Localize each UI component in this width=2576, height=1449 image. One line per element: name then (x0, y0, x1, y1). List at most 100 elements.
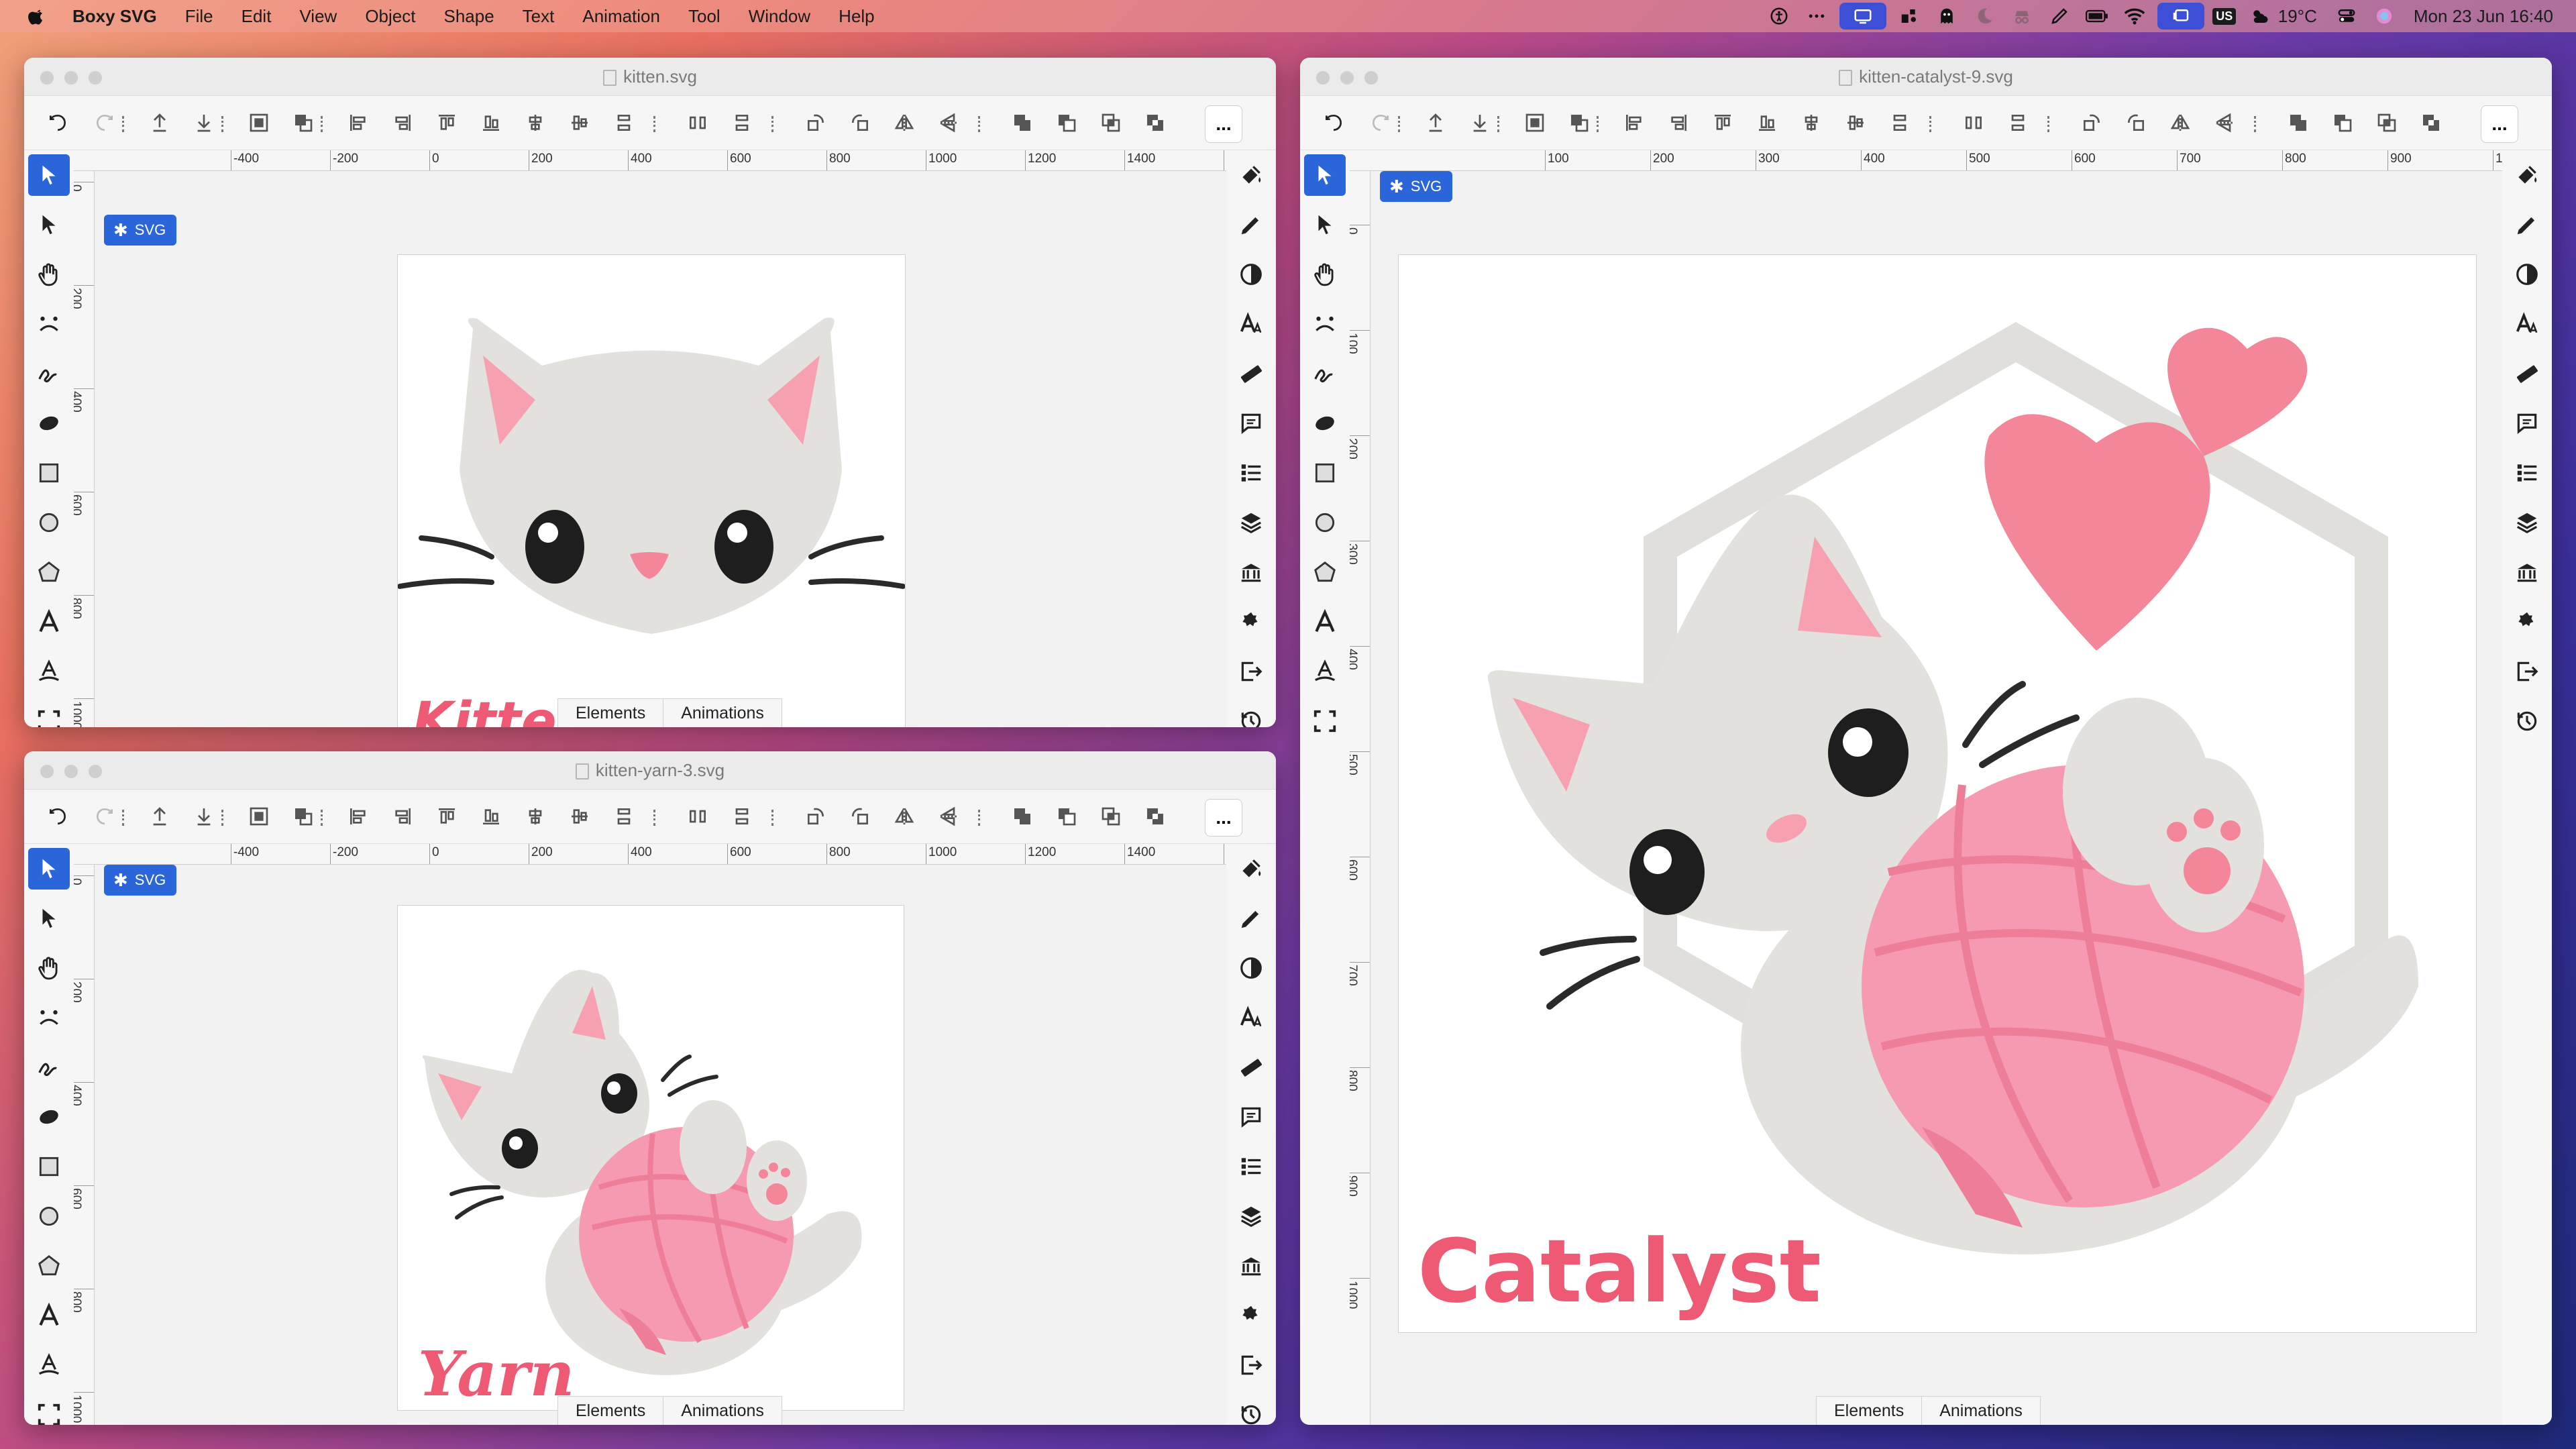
distribute-v-button[interactable] (1885, 108, 1915, 138)
ellipse-tool[interactable] (1304, 502, 1346, 543)
subtract-button[interactable] (2328, 108, 2357, 138)
fill-panel-button[interactable] (1230, 154, 1272, 196)
typography-panel-button[interactable] (1230, 997, 1272, 1038)
comment-panel-button[interactable] (2506, 402, 2548, 444)
tab-elements[interactable]: Elements (558, 1397, 664, 1425)
union-button[interactable] (1008, 108, 1037, 138)
distribute-button[interactable] (683, 108, 712, 138)
ungroup-button[interactable] (1564, 108, 1594, 138)
raise-button[interactable] (1421, 108, 1450, 138)
text-path-tool[interactable] (28, 651, 70, 692)
history-panel-button[interactable] (1230, 1394, 1272, 1425)
polygon-tool[interactable] (28, 1245, 70, 1287)
group-button[interactable] (244, 108, 274, 138)
control-center-icon[interactable] (2328, 0, 2365, 32)
blob-tool[interactable] (28, 1096, 70, 1138)
flip-h-button[interactable] (2165, 108, 2195, 138)
undo-button[interactable] (43, 108, 72, 138)
freehand-tool[interactable] (28, 1046, 70, 1088)
cat-eye-right[interactable] (1828, 708, 1909, 797)
typography-panel-button[interactable] (1230, 303, 1272, 345)
menu-text[interactable]: Text (508, 0, 569, 32)
menu-window[interactable]: Window (735, 0, 824, 32)
align-left-button[interactable] (343, 802, 373, 831)
align-top-button[interactable] (432, 802, 462, 831)
freehand-tool[interactable] (28, 353, 70, 394)
fill-panel-button[interactable] (1230, 848, 1272, 890)
comment-panel-button[interactable] (1230, 402, 1272, 444)
union-button[interactable] (2284, 108, 2313, 138)
menu-view[interactable]: View (285, 0, 351, 32)
wifi-icon[interactable] (2116, 0, 2153, 32)
direct-select-tool[interactable] (1304, 204, 1346, 246)
align-center-button[interactable] (521, 108, 550, 138)
polygon-tool[interactable] (1304, 551, 1346, 593)
library-panel-button[interactable] (2506, 551, 2548, 593)
cat-paw-back[interactable] (2143, 758, 2264, 932)
lower-button[interactable] (1465, 108, 1495, 138)
subtract-button[interactable] (1052, 108, 1081, 138)
polygon-tool[interactable] (28, 551, 70, 593)
union-button[interactable] (1008, 802, 1037, 831)
align-left-button[interactable] (1619, 108, 1649, 138)
intersect-button[interactable] (2372, 108, 2402, 138)
hand-tool[interactable] (28, 254, 70, 295)
layers-panel-button[interactable] (1230, 502, 1272, 543)
attributes-panel-button[interactable] (1230, 1146, 1272, 1187)
more-dots-icon[interactable] (1798, 0, 1835, 32)
cat-eye-right[interactable] (601, 1073, 637, 1114)
align-left-button[interactable] (343, 108, 373, 138)
library-panel-button[interactable] (1230, 1245, 1272, 1287)
menu-shape[interactable]: Shape (429, 0, 508, 32)
menu-help[interactable]: Help (824, 0, 888, 32)
blob-tool[interactable] (1304, 402, 1346, 444)
export-panel-button[interactable] (2506, 651, 2548, 692)
generators-panel-button[interactable] (2506, 601, 2548, 643)
align-bottom-button[interactable] (476, 802, 506, 831)
svg-root-chip[interactable]: ✱ SVG (104, 865, 177, 896)
distribute-button[interactable] (1959, 108, 1988, 138)
lower-button[interactable] (189, 802, 219, 831)
flip-v-button[interactable] (934, 802, 963, 831)
stroke-panel-button[interactable] (1230, 898, 1272, 939)
comment-panel-button[interactable] (1230, 1096, 1272, 1138)
cat-paw-back[interactable] (747, 1140, 807, 1221)
catalyst-artwork[interactable]: Catalyst (1399, 255, 2476, 1332)
menu-file[interactable]: File (171, 0, 227, 32)
align-middle-button[interactable] (565, 802, 594, 831)
history-panel-button[interactable] (1230, 700, 1272, 727)
raise-button[interactable] (145, 108, 174, 138)
canvas[interactable]: ✱ SVG Kitten Elements Animations (95, 171, 1226, 727)
tab-animations[interactable]: Animations (1922, 1397, 2040, 1425)
tab-elements[interactable]: Elements (1817, 1397, 1923, 1425)
flip-v-button[interactable] (934, 108, 963, 138)
zoom-fit-tool[interactable] (28, 700, 70, 727)
compositing-panel-button[interactable] (1230, 947, 1272, 989)
ungroup-button[interactable] (288, 802, 318, 831)
rect-tool[interactable] (1304, 452, 1346, 494)
svg-root-chip[interactable]: ✱ SVG (1380, 171, 1453, 202)
text-tool[interactable] (28, 1295, 70, 1336)
undo-button[interactable] (43, 802, 72, 831)
flip-h-button[interactable] (890, 802, 919, 831)
distribute-v-button[interactable] (727, 108, 757, 138)
stroke-panel-button[interactable] (2506, 204, 2548, 246)
rect-tool[interactable] (28, 1146, 70, 1187)
layers-panel-button[interactable] (1230, 1195, 1272, 1237)
ruler-panel-button[interactable] (1230, 1046, 1272, 1088)
artboard[interactable]: Kitten (397, 254, 906, 727)
layers-panel-button[interactable] (2506, 502, 2548, 543)
zoom-fit-tool[interactable] (28, 1394, 70, 1425)
text-tool[interactable] (28, 601, 70, 643)
pointer-tool[interactable] (28, 154, 70, 196)
intersect-button[interactable] (1096, 802, 1126, 831)
typography-panel-button[interactable] (2506, 303, 2548, 345)
incognito-icon[interactable] (2003, 0, 2041, 32)
group-button[interactable] (244, 802, 274, 831)
align-right-button[interactable] (1664, 108, 1693, 138)
rotate-left-button[interactable] (801, 108, 830, 138)
stroke-panel-button[interactable] (1230, 204, 1272, 246)
group-button[interactable] (1520, 108, 1550, 138)
screen-share-icon[interactable] (1839, 3, 1886, 30)
more-button[interactable]: ... (1205, 105, 1242, 143)
